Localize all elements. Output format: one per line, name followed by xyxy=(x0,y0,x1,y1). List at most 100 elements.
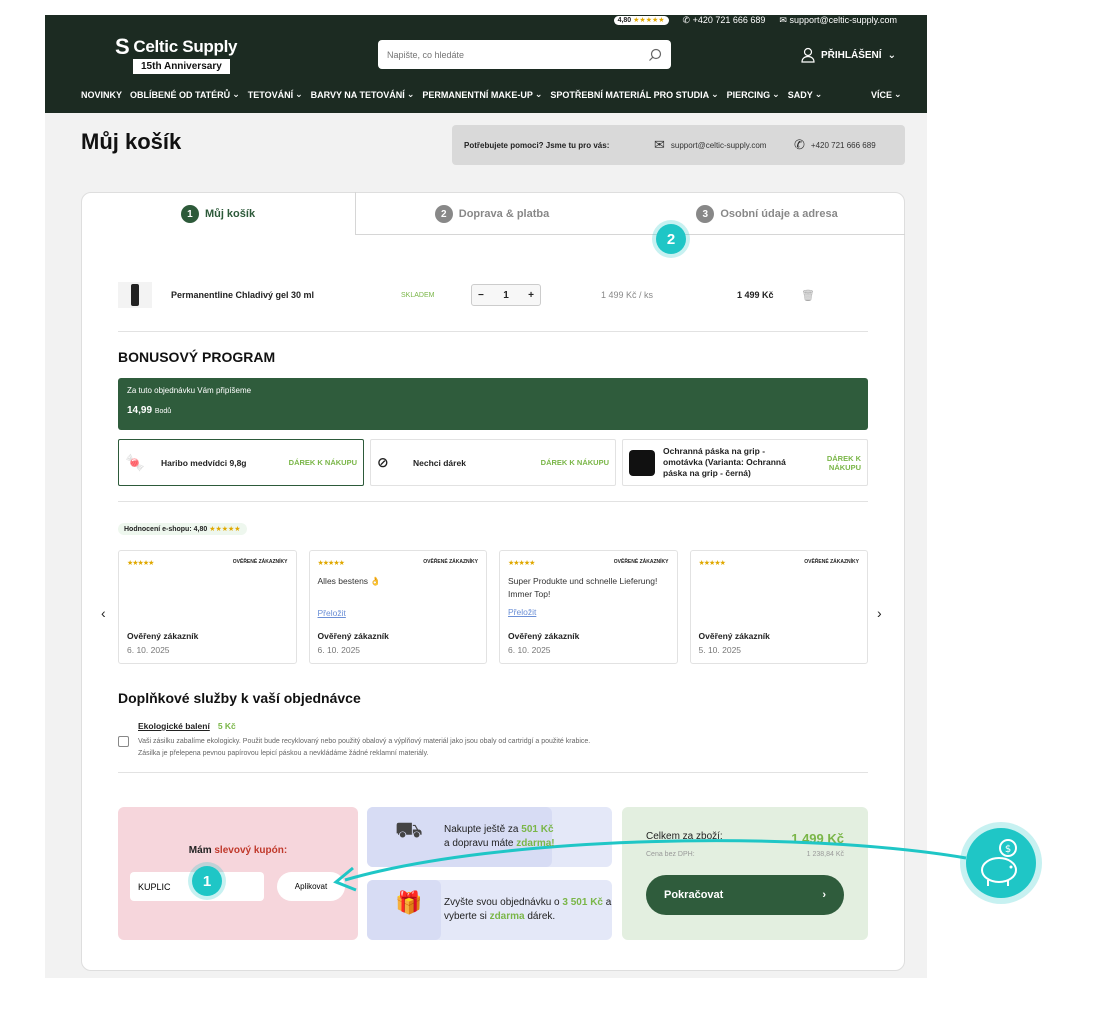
chevron-down-icon: ⌄ xyxy=(814,89,823,99)
gift-text: Zvyšte svou objednávku o 3 501 Kč a vybe… xyxy=(444,896,612,924)
email-link[interactable]: ✉ support@celtic-supply.com xyxy=(779,15,897,26)
net-row: Cena bez DPH: 1 238,84 Kč xyxy=(646,851,844,858)
badge-value: 4,80 xyxy=(193,526,208,533)
search-input[interactable] xyxy=(387,49,627,60)
services-heading: Doplňkové služby k vaší objednávce xyxy=(118,690,361,706)
help-phone[interactable]: ✆ +420 721 666 689 xyxy=(794,137,876,153)
tape-icon xyxy=(629,449,655,476)
chevron-down-icon: ⌄ xyxy=(894,89,902,99)
subtotal-label: Celkem za zboží: xyxy=(646,831,723,842)
review-card: ★★★★★ OVĚŘENÉ ZÁKAZNÍKY Ověřený zákazník… xyxy=(118,550,297,664)
nav-item[interactable]: PERMANENTNÍ MAKE-UP ⌄ xyxy=(422,89,542,100)
login-button[interactable]: PŘIHLÁŠENÍ ⌄ xyxy=(801,47,896,63)
chevron-down-icon: ⌄ xyxy=(711,89,719,99)
badge-stars: ★★★★★ xyxy=(209,526,241,533)
service-price: 5 Kč xyxy=(217,721,236,731)
review-author: Ověřený zákazník xyxy=(698,631,770,641)
review-date: 6. 10. 2025 xyxy=(508,645,551,655)
anniversary-badge: 15th Anniversary xyxy=(133,59,230,74)
plus-icon[interactable]: + xyxy=(528,290,534,301)
nav-label: OBLÍBENÉ OD TATÉRŮ xyxy=(130,89,231,100)
gift-option[interactable]: ⊘ Nechci dárek DÁREK K NÁKUPU xyxy=(370,439,616,486)
checkout-steps: 1 Můj košík 2 Doprava & platba 3 Osobní úda… xyxy=(81,192,905,236)
nav-item[interactable]: NOVINKY xyxy=(81,89,122,100)
points-value: 14,99 xyxy=(127,405,153,416)
search-icon[interactable] xyxy=(648,48,662,62)
step-shipping[interactable]: 2 Doprava & platba xyxy=(355,192,629,236)
step-marker-1: 1 xyxy=(192,866,222,896)
help-box: Potřebujete pomoci? Jsme tu pro vás: ✉ su… xyxy=(452,125,905,165)
login-label: PŘIHLÁŠENÍ xyxy=(821,49,882,61)
review-author: Ověřený zákazník xyxy=(127,631,199,641)
review-card: ★★★★★ OVĚŘENÉ ZÁKAZNÍKY Super Produkte u… xyxy=(499,550,678,664)
unit-price-value: 1 499 Kč xyxy=(601,290,637,300)
shipping-text: Nakupte ještě za 501 Kč a dopravu máte zd… xyxy=(444,823,555,851)
nav-label: SADY xyxy=(787,89,813,100)
phone-text: +420 721 666 689 xyxy=(692,15,766,25)
shop-rating-badge: Hodnocení e-shopu: 4,80 ★★★★★ xyxy=(118,523,247,535)
nav-item[interactable]: OBLÍBENÉ OD TATÉRŮ ⌄ xyxy=(130,89,240,100)
coupon-label-prefix: Mám xyxy=(188,845,212,856)
gift-options: 🍬 Haribo medvídci 9,8g DÁREK K NÁKUPU ⊘ … xyxy=(118,439,868,486)
trash-icon[interactable]: 🗑 xyxy=(801,289,815,302)
rating-pill[interactable]: 4,80 ★★★★★ xyxy=(613,15,669,25)
nav-item[interactable]: BARVY NA TETOVÁNÍ ⌄ xyxy=(311,89,415,100)
nav-more[interactable]: VÍCE ⌄ xyxy=(871,89,902,100)
top-bar: 4,80 ★★★★★ ✆ +420 721 666 689 ✉ support@… xyxy=(613,15,897,26)
verified-logo: OVĚŘENÉ ZÁKAZNÍKY xyxy=(232,559,288,565)
service-name[interactable]: Ekologické balení xyxy=(138,721,210,731)
reviews-carousel: ★★★★★ OVĚŘENÉ ZÁKAZNÍKY Ověřený zákazník… xyxy=(118,550,868,664)
step-marker-2: 2 xyxy=(656,224,686,254)
chevron-right-icon[interactable]: › xyxy=(877,605,882,621)
continue-button[interactable]: Pokračovat › xyxy=(646,875,844,915)
net-label: Cena bez DPH: xyxy=(646,851,695,858)
divider xyxy=(118,331,868,332)
nav-item[interactable]: TETOVÁNÍ ⌄ xyxy=(248,89,303,100)
apply-coupon-button[interactable]: Aplikovat xyxy=(277,872,345,901)
net-value: 1 238,84 Kč xyxy=(806,851,844,858)
product-name[interactable]: Permanentline Chladivý gel 30 ml xyxy=(171,290,401,300)
nav-item[interactable]: SADY ⌄ xyxy=(788,89,823,100)
txt: zdarma! xyxy=(516,838,555,849)
nav-item[interactable]: PIERCING ⌄ xyxy=(727,89,780,100)
phone-link[interactable]: ✆ +420 721 666 689 xyxy=(683,15,766,26)
quantity-value[interactable]: 1 xyxy=(503,290,509,301)
search-box xyxy=(378,40,671,69)
line-total: 1 499 Kč xyxy=(737,290,774,300)
help-email[interactable]: ✉ support@celtic-supply.com xyxy=(654,137,794,153)
logo[interactable]: S Celtic Supply 15th Anniversary xyxy=(115,36,240,74)
txt: zdarma xyxy=(489,911,525,922)
gift-option[interactable]: Ochranná páska na grip - omotávka (Varia… xyxy=(622,439,868,486)
user-icon xyxy=(801,47,815,63)
minus-icon[interactable]: − xyxy=(478,290,484,301)
bonus-text: Za tuto objednávku Vám připíšeme xyxy=(127,386,252,395)
review-author: Ověřený zákazník xyxy=(508,631,580,641)
help-question: Potřebujete pomoci? Jsme tu pro vás: xyxy=(464,140,610,150)
nav-label: PIERCING xyxy=(726,89,771,100)
chevron-right-icon: › xyxy=(822,889,826,901)
gift-tag: DÁREK K NÁKUPU xyxy=(826,453,861,472)
verified-logo: OVĚŘENÉ ZÁKAZNÍKY xyxy=(613,559,669,565)
page: 4,80 ★★★★★ ✆ +420 721 666 689 ✉ support@… xyxy=(45,15,927,978)
bonus-banner: Za tuto objednávku Vám připíšeme 14,99 B… xyxy=(118,378,868,430)
step-number: 1 xyxy=(180,205,199,223)
translate-link[interactable]: Přeložit xyxy=(508,607,669,617)
translate-link[interactable]: Přeložit xyxy=(318,608,479,618)
phone-icon: ✆ xyxy=(794,137,805,152)
step-number: 2 xyxy=(434,205,453,223)
divider xyxy=(118,772,868,773)
product-thumbnail[interactable] xyxy=(118,282,152,308)
verified-logo: OVĚŘENÉ ZÁKAZNÍKY xyxy=(804,559,859,565)
step-cart[interactable]: 1 Můj košík xyxy=(81,192,355,236)
subtotal-value: 1 499 Kč xyxy=(791,831,844,846)
review-card: ★★★★★ OVĚŘENÉ ZÁKAZNÍKY Alles bestens 👌 … xyxy=(308,550,487,664)
nav-label: VÍCE xyxy=(871,89,893,100)
eco-packaging: Ekologické balení 5 Kč Vaši zásilku zabal… xyxy=(118,721,868,760)
txt: 501 Kč xyxy=(521,824,554,835)
nav-item[interactable]: SPOTŘEBNÍ MATERIÁL PRO STUDIA ⌄ xyxy=(550,89,718,100)
gift-option[interactable]: 🍬 Haribo medvídci 9,8g DÁREK K NÁKUPU xyxy=(118,439,364,486)
eco-checkbox[interactable] xyxy=(118,736,129,747)
step-number: 3 xyxy=(696,205,715,223)
step-label: Můj košík xyxy=(204,208,256,220)
chevron-left-icon[interactable]: ‹ xyxy=(101,605,106,621)
